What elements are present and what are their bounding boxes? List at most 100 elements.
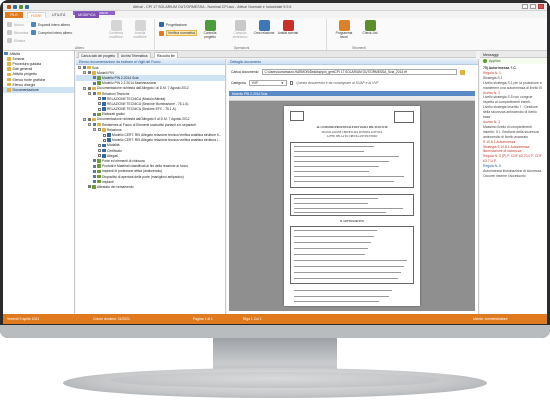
expand-toggle[interactable]: - [83,86,86,90]
document-icon [97,169,101,174]
row-checkbox[interactable] [97,143,101,147]
document-icon [102,96,106,101]
row-checkbox[interactable] [92,164,96,168]
tab-telematic-archive[interactable]: Archivi Telematica [118,52,151,58]
design-button[interactable]: Progettazione [159,22,187,27]
create-report-button[interactable]: Crea relazione [253,20,275,36]
stamp-box [290,111,304,121]
folder-icon [7,57,11,61]
row-checkbox[interactable] [87,185,91,189]
row-checkbox[interactable] [92,81,96,85]
rename-button[interactable]: Rinomina [7,30,28,35]
new-button[interactable]: Nuovo [7,22,24,27]
redo-icon[interactable] [25,5,29,9]
row-checkbox[interactable] [92,169,96,173]
confirm-changes-button[interactable]: Conferma modifiche [105,20,127,39]
row-checkbox[interactable] [92,123,96,127]
folder-icon [7,77,11,82]
collapse-icon [31,30,36,35]
title-bar: Attiva! - CPI 17 SOLARIUM OUT/ORMESSA - … [3,3,547,11]
text-line [294,278,398,279]
load-document-label: Carica documento [231,70,259,74]
work-schedule-button[interactable]: Programma lavori [333,20,355,39]
ribbon-group-operations: Progettazione Verifica normativa Control… [157,19,327,50]
close-button[interactable] [538,4,544,9]
folder-icon [97,91,101,96]
check-project-button[interactable]: Controlla progetto [199,20,221,39]
folder-icon [7,62,11,66]
document-preview[interactable]: AL COMANDO PROVINCIALE DEI VIGILI DEL FU… [229,101,475,311]
window-title: Attiva! - CPI 17 SOLARIUM OUT/ORMESSA - … [133,5,292,9]
scenario-analysis-button[interactable]: Analisi scenari [277,20,299,36]
expand-toggle[interactable]: - [93,128,96,132]
tree-item-label: Elenco disegni [12,82,36,87]
row-checkbox[interactable] [92,159,96,163]
expand-tree-button[interactable]: Espandi intero albero [31,22,70,27]
row-checkbox[interactable] [92,180,96,184]
cancel-changes-button[interactable]: Annulla modifiche [129,20,151,39]
text-line [294,166,379,167]
tree-row-label: Relazioni Tecniche [102,91,130,96]
text-line [294,171,369,172]
regulatory-check-button[interactable]: Verifica normativa [159,30,197,36]
tab-load-project-data[interactable]: Carica dati del progetto [78,52,119,58]
row-checkbox[interactable] [102,133,106,137]
text-line [294,198,378,199]
collapse-tree-button[interactable]: Comprimi intero albero [31,30,72,35]
row-checkbox[interactable] [82,66,86,70]
row-checkbox[interactable] [92,92,96,96]
delete-button[interactable]: Elimina [7,38,25,43]
status-date: Venerdì 9 aprile 2021 [7,317,40,321]
expand-toggle[interactable]: - [83,71,86,75]
row-checkbox[interactable] [97,97,101,101]
tree-row-label: RELAZIONE TECNICA (Modulo Attività) [107,96,166,101]
app-window: Attiva! - CPI 17 SOLARIUM OUT/ORMESSA - … [3,3,547,324]
undo-icon[interactable] [19,5,23,9]
text-line [294,161,389,162]
row-checkbox[interactable] [87,117,91,121]
documentation-tree-panel: Elenco documentazione da inoltrare ai Vi… [76,59,226,314]
row-checkbox[interactable] [102,138,106,142]
expand-toggle[interactable]: - [83,117,86,121]
new-label: Nuovo [14,22,24,27]
message-line: Livello strategia S.5 non congrue rispet… [483,95,533,105]
tab-file-collection[interactable]: Raccolta file [154,52,178,58]
document-icon [102,102,106,106]
quick-access-toolbar [7,5,29,9]
electronic-calc-icon [234,20,246,31]
tree-row[interactable]: Attestato del versamento [76,184,225,189]
deliver-checkbox[interactable] [289,81,294,85]
tree-row-label: Allegati [107,153,118,158]
document-icon [102,148,106,153]
category-select[interactable]: VVF ▼ [248,80,287,86]
message-line: Massimo livello di compartimenti inserit… [483,124,539,139]
row-checkbox[interactable] [92,175,96,179]
tree-item[interactable]: Documentazione [3,87,74,93]
row-checkbox[interactable] [87,71,91,75]
row-checkbox[interactable] [97,102,101,106]
minimize-button[interactable] [522,4,528,9]
browse-icon[interactable] [459,69,465,75]
expand-toggle[interactable]: - [88,123,91,127]
expand-toggle[interactable]: - [78,66,81,70]
expand-toggle[interactable]: - [88,92,91,96]
row-checkbox[interactable] [92,76,96,80]
chevron-down-icon: ▼ [280,80,284,85]
text-line [294,176,404,177]
load-document-field[interactable]: C:\Users\a.marrazzo.HARMON\Desktop\pin_g… [261,69,457,75]
row-checkbox[interactable] [97,107,101,111]
save-icon[interactable] [13,5,17,9]
row-checkbox[interactable] [92,112,96,116]
electronic-calc-button[interactable]: Computo elettronico [229,20,251,39]
expand-icon [31,22,36,27]
row-checkbox[interactable] [87,86,91,90]
row-checkbox[interactable] [97,149,101,153]
delete-label: Elimina [14,38,26,43]
monitor-chin [0,325,550,338]
maximize-button[interactable] [530,4,536,9]
create-report-icon [258,20,270,31]
checklist-button[interactable]: Check-List [359,20,381,36]
row-checkbox[interactable] [97,154,101,158]
document-page: AL COMANDO PROVINCIALE DEI VIGILI DEL FU… [284,106,420,306]
row-checkbox[interactable] [97,128,101,132]
